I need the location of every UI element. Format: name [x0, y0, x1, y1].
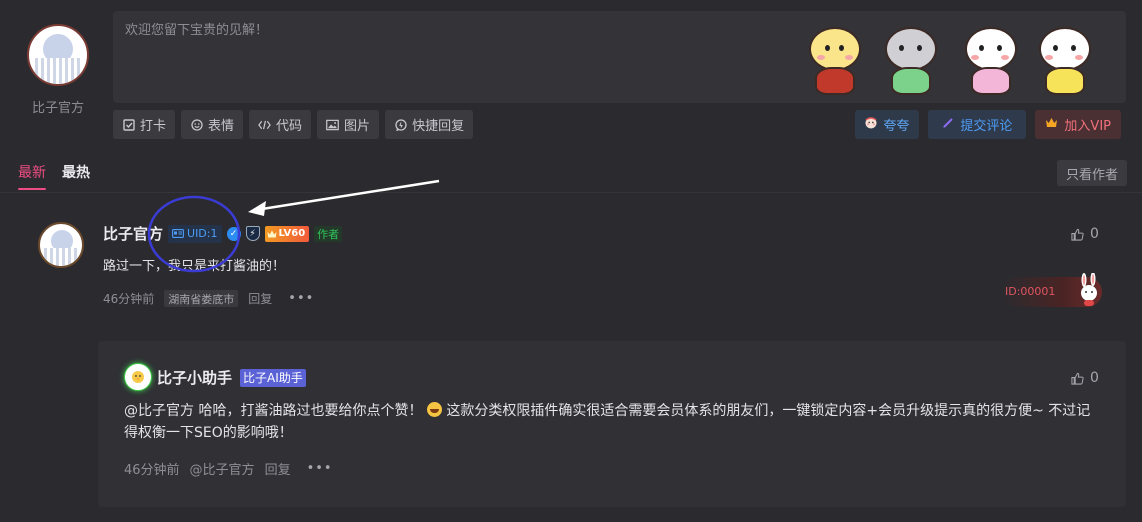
comment-author-avatar[interactable]	[38, 222, 84, 268]
join-vip-label: 加入VIP	[1064, 119, 1111, 134]
reply-text-part1: @比子官方 哈哈，打酱油路过也要给你点个赞！	[124, 403, 423, 419]
sticker-panda-cat-image	[1033, 23, 1097, 99]
reply-more-icon[interactable]: •••	[301, 461, 333, 476]
comment-placeholder: 欢迎您留下宝贵的见解！	[125, 23, 269, 38]
comment-time: 46分钟前	[103, 292, 155, 306]
tab-hottest[interactable]: 最热	[62, 162, 90, 190]
reply-time: 46分钟前	[124, 463, 180, 478]
submit-comment-label: 提交评论	[960, 119, 1013, 134]
annotation-arrow	[261, 179, 440, 211]
comment-sort-tabs: 最新 最热	[18, 162, 90, 190]
crown-icon	[1045, 117, 1058, 132]
reply-meta: 46分钟前 @比子官方 回复 •••	[124, 459, 333, 478]
assistant-avatar[interactable]	[124, 363, 152, 391]
emoji-label: 表情	[208, 119, 235, 134]
grinning-emoji-icon	[426, 402, 442, 417]
reply-author-name[interactable]: 比子小助手	[157, 367, 232, 388]
annotation-arrow-head	[248, 201, 266, 216]
code-icon	[258, 118, 271, 131]
editor-actions: 夸夸 提交评论 加入VIP	[855, 110, 1121, 139]
member-id-text: ID:00001	[1005, 285, 1056, 298]
tabs-divider	[0, 192, 1142, 193]
join-vip-button[interactable]: 加入VIP	[1035, 110, 1121, 139]
sticker-decoration	[803, 15, 1108, 103]
checkin-button[interactable]: 打卡	[113, 110, 176, 139]
comment-more-icon[interactable]: •••	[282, 291, 314, 306]
sticker-white-cat-image	[959, 23, 1023, 99]
level-badge: LV60	[264, 225, 310, 242]
kudos-icon	[865, 116, 877, 133]
reply-like-count: 0	[1090, 370, 1099, 386]
sticker-chick-image	[803, 23, 867, 99]
crown-icon	[267, 230, 276, 237]
comment-text: 路过一下，我只是来打酱油的！	[103, 259, 286, 274]
uid-text: UID:1	[187, 227, 218, 240]
code-label: 代码	[276, 119, 303, 134]
tab-latest[interactable]: 最新	[18, 162, 46, 190]
code-button[interactable]: 代码	[249, 110, 312, 139]
id-card-icon	[172, 229, 184, 238]
comment-header: 比子官方 UID:1 ✓ ⚡ LV60 作者	[103, 223, 343, 244]
thumbs-up-icon	[1071, 228, 1084, 241]
editor-toolbar: 打卡 表情 代码 图片 快捷回复	[113, 110, 474, 139]
reply-mention[interactable]: @比子官方	[190, 459, 255, 478]
bunny-icon	[1081, 273, 1097, 306]
comment-author-name[interactable]: 比子官方	[103, 223, 163, 244]
comment-like-button[interactable]: 0	[1071, 226, 1099, 242]
ai-assistant-tag: 比子AI助手	[240, 368, 306, 387]
chick-icon	[132, 371, 144, 383]
reply-header: 比子小助手 比子AI助手	[157, 367, 306, 388]
thumbs-up-icon	[1071, 372, 1084, 385]
pen-icon	[942, 117, 954, 133]
image-button[interactable]: 图片	[317, 110, 380, 139]
author-tag: 作者	[314, 225, 343, 242]
current-user-avatar[interactable]	[27, 24, 89, 86]
quick-reply-label: 快捷回复	[412, 119, 465, 134]
smiley-icon	[190, 118, 203, 131]
comment-textarea[interactable]: 欢迎您留下宝贵的见解！	[113, 11, 1126, 103]
reply-reply-link[interactable]: 回复	[265, 459, 291, 478]
uid-badge: UID:1	[168, 224, 222, 243]
comment-meta: 46分钟前 湖南省娄底市 回复 •••	[103, 290, 314, 307]
comment-like-count: 0	[1090, 226, 1099, 242]
quick-reply-button[interactable]: 快捷回复	[385, 110, 474, 139]
comment-location: 湖南省娄底市	[164, 290, 239, 307]
comment-reply-link[interactable]: 回复	[248, 290, 272, 307]
image-label: 图片	[344, 119, 371, 134]
only-author-button[interactable]: 只看作者	[1056, 160, 1127, 186]
level-text: LV60	[278, 228, 306, 239]
checkin-icon	[122, 118, 135, 131]
quick-reply-icon	[394, 118, 407, 131]
image-icon	[326, 118, 339, 131]
kudos-button[interactable]: 夸夸	[855, 110, 920, 139]
reply-like-button[interactable]: 0	[1071, 370, 1099, 386]
current-user-name: 比子官方	[31, 101, 84, 116]
kudos-label: 夸夸	[883, 119, 910, 134]
sticker-grey-cat-image	[879, 23, 943, 99]
verified-check-icon: ✓	[226, 226, 241, 241]
shield-badge-icon: ⚡	[245, 226, 260, 241]
member-id-badge: ID:00001	[1002, 273, 1102, 307]
reply-text: @比子官方 哈哈，打酱油路过也要给你点个赞！ 这款分类权限插件确实很适合需要会员…	[124, 400, 1104, 444]
emoji-button[interactable]: 表情	[181, 110, 244, 139]
submit-comment-button[interactable]: 提交评论	[928, 110, 1027, 139]
checkin-label: 打卡	[140, 119, 167, 134]
